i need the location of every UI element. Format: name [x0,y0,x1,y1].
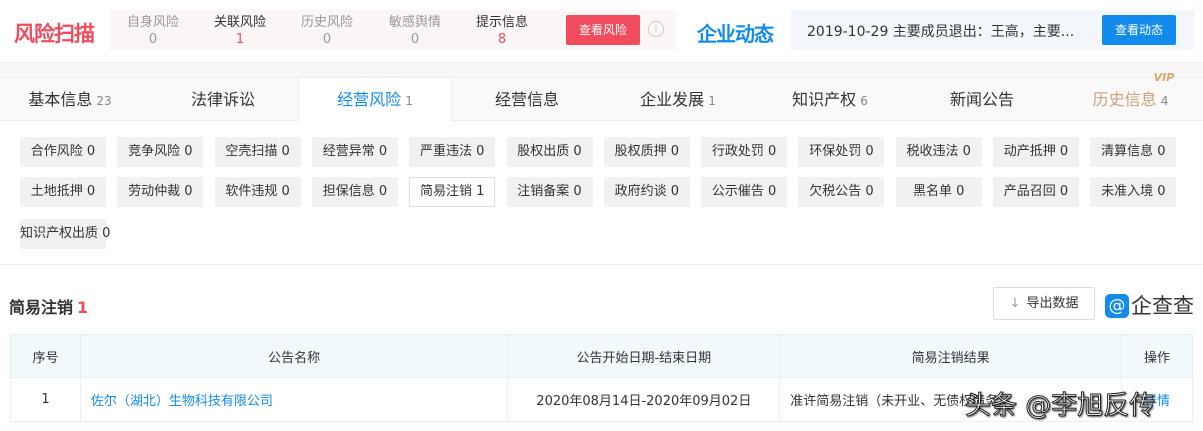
risk-item-related[interactable]: 关联风险 1 [205,14,275,48]
filter-tag[interactable]: 政府约谈 0 [603,177,690,207]
risk-count: 8 [497,32,507,47]
tab-news[interactable]: 新闻公告 [906,78,1058,121]
filter-tag[interactable]: 行政处罚 0 [701,137,788,167]
header-name: 公告名称 [79,334,509,378]
tab-ip[interactable]: 知识产权 6 [754,78,906,121]
risk-summary: 自身风险 0 关联风险 1 历史风险 0 敏感舆情 0 提示信息 8 查看风险 i [110,10,676,50]
section-count: 1 [77,298,89,317]
tab-count: 1 [405,94,413,108]
tab-label: 基本信息 [28,90,93,109]
filter-tag[interactable]: 黑名单 0 [895,177,982,207]
filter-tag[interactable]: 环保处罚 0 [798,137,885,167]
filter-tag[interactable]: 股权出质 0 [506,137,593,167]
filter-tag[interactable]: 严重违法 0 [409,137,496,167]
risk-item-history[interactable]: 历史风险 0 [292,14,362,48]
main-tabs: 基本信息 23 法律诉讼 经营风险 1 经营信息 企业发展 1 知识产权 6 新闻公告 … [0,72,1203,122]
filter-tag[interactable]: 产品召回 0 [993,177,1079,207]
tab-basic-info[interactable]: 基本信息 23 [0,78,140,121]
download-icon: ↓ [1009,296,1021,311]
dynamics-text[interactable]: 2019-10-29 主要成员退出：王高，主要... [807,21,1074,41]
risk-count: 0 [322,32,332,47]
tab-count: 1 [708,94,716,108]
export-data-button[interactable]: ↓ 导出数据 [993,287,1095,320]
tab-label: 新闻公告 [949,90,1014,109]
filter-tag[interactable]: 土地抵押 0 [20,177,106,207]
tab-label: 经营风险 [337,90,402,109]
view-dynamics-button[interactable]: 查看动态 [1102,15,1176,45]
brand-text: 企查查 [1131,294,1194,318]
risk-count: 0 [148,32,158,47]
filter-tag[interactable]: 竞争风险 0 [117,137,204,167]
filter-tag[interactable]: 空壳扫描 0 [214,137,301,167]
filter-tag[interactable]: 动产抵押 0 [993,137,1079,167]
tab-business-info[interactable]: 经营信息 [452,78,602,121]
tab-business-risk[interactable]: 经营风险 1 [298,78,452,122]
cell-date: 2020年08月14日-2020年09月02日 [507,377,781,422]
risk-label: 历史风险 [300,15,353,30]
cell-name: 佐尔（湖北）生物科技有限公司 [79,377,509,422]
tab-label: 知识产权 [792,90,857,109]
filter-tag[interactable]: 欠税公告 0 [798,177,885,207]
tab-count: 23 [96,94,112,108]
risk-label: 提示信息 [475,15,528,30]
filter-tag[interactable]: 知识产权出质 0 [20,219,110,249]
cell-no: 1 [10,377,81,422]
separator-band [0,62,1203,78]
filter-tag[interactable]: 未准入境 0 [1090,177,1177,207]
risk-count: 0 [410,32,420,47]
tab-legal[interactable]: 法律诉讼 [150,78,296,121]
filter-tag[interactable]: 软件违规 0 [214,177,301,207]
filter-tag[interactable]: 经营异常 0 [311,137,398,167]
watermark: 头条 @李旭反传 [964,391,1156,422]
tab-count: 4 [1160,94,1169,108]
tab-label: 经营信息 [494,90,559,109]
filter-tag[interactable]: 担保信息 0 [311,177,398,207]
risk-label: 敏感舆情 [388,15,441,30]
header-no: 序号 [10,334,81,378]
risk-count: 1 [235,32,245,47]
info-icon[interactable]: i [648,21,664,37]
header-date: 公告开始日期-结束日期 [507,334,781,378]
table-header: 序号 公告名称 公告开始日期-结束日期 简易注销结果 操作 [10,334,1193,378]
tab-label: 企业发展 [640,90,705,109]
filter-tag[interactable]: 合作风险 0 [20,137,106,167]
risk-scan-logo: 风险扫描 [14,22,95,46]
filter-tag[interactable]: 公示催告 0 [701,177,788,207]
company-link[interactable]: 佐尔（湖北）生物科技有限公司 [91,394,273,409]
filter-tag[interactable]: 股权质押 0 [603,137,690,167]
filter-tag[interactable]: 简易注销 1 [409,177,496,207]
export-label: 导出数据 [1026,296,1079,311]
vip-badge: VIP [1153,71,1175,84]
filter-tag[interactable]: 劳动仲裁 0 [117,177,204,207]
header-action: 操作 [1121,334,1193,378]
qichacha-icon: @ [1105,294,1129,318]
section-title-text: 简易注销 [9,298,74,317]
top-bar: 风险扫描 自身风险 0 关联风险 1 历史风险 0 敏感舆情 0 提示信息 8 查看风险 … [0,10,1203,50]
filter-tag[interactable]: 税收违法 0 [895,137,982,167]
company-dynamics-logo: 企业动态 [697,22,774,46]
divider [0,264,1203,265]
filter-tag[interactable]: 清算信息 0 [1090,137,1177,167]
risk-label: 关联风险 [213,15,266,30]
tab-history[interactable]: 历史信息 4 VIP [1058,72,1203,121]
tab-label: 法律诉讼 [190,90,255,109]
filter-tag[interactable]: 注销备案 0 [506,177,593,207]
risk-item-self[interactable]: 自身风险 0 [118,14,188,48]
header-result: 简易注销结果 [779,334,1123,378]
risk-item-sentiment[interactable]: 敏感舆情 0 [380,14,450,48]
tab-count: 6 [860,94,868,108]
tab-label: 历史信息 [1092,90,1157,109]
view-risk-button[interactable]: 查看风险 [566,15,640,45]
section-title: 简易注销 1 [9,294,88,318]
tab-development[interactable]: 企业发展 1 [602,78,754,121]
dynamics-box: 2019-10-29 主要成员退出：王高，主要... 查看动态 [791,10,1194,50]
risk-item-notice[interactable]: 提示信息 8 [467,14,537,48]
qichacha-logo: @ 企查查 [1105,290,1194,318]
risk-label: 自身风险 [126,15,179,30]
